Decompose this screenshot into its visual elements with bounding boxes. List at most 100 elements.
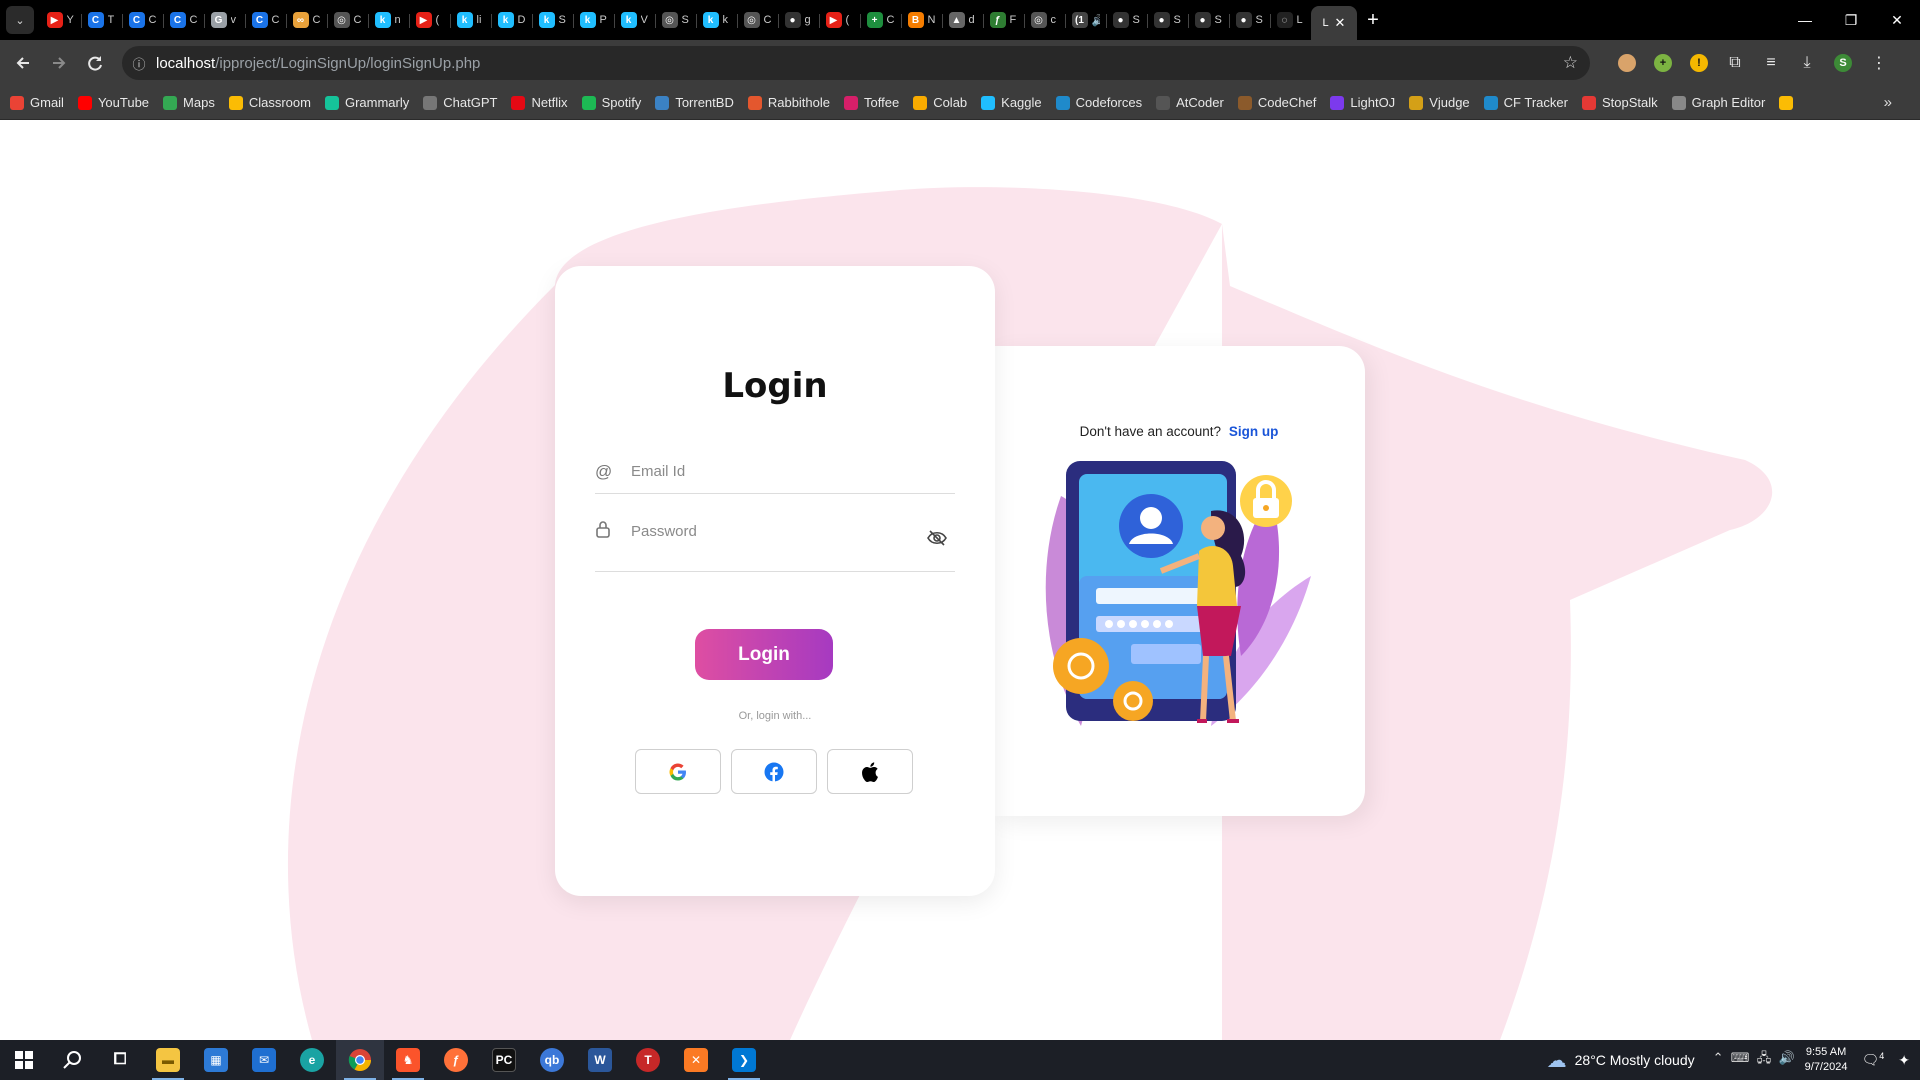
- browser-tab[interactable]: kk: [696, 4, 737, 36]
- browser-tab[interactable]: CT: [81, 4, 122, 36]
- taskbar-search-button[interactable]: [48, 1040, 96, 1080]
- browser-tab[interactable]: ƒF: [983, 4, 1024, 36]
- browser-tab[interactable]: BN: [901, 4, 942, 36]
- bookmark-spotify[interactable]: Spotify: [581, 95, 641, 110]
- bookmark-toffee[interactable]: Toffee: [844, 95, 899, 110]
- downloads-icon[interactable]: ⤓: [1792, 46, 1822, 80]
- bookmark-stopstalk[interactable]: StopStalk: [1581, 95, 1658, 110]
- tray-icons[interactable]: ⌃ ⌨ 🖧 🔊: [1713, 1049, 1795, 1071]
- bookmark-atcoder[interactable]: AtCoder: [1156, 95, 1224, 110]
- browser-tab[interactable]: kP: [573, 4, 614, 36]
- address-bar[interactable]: ⓘ localhost /ipproject/LoginSignUp/login…: [122, 46, 1590, 80]
- browser-tab[interactable]: kD: [491, 4, 532, 36]
- browser-tab[interactable]: ● S: [1147, 4, 1188, 36]
- taskbar-qbittorrent[interactable]: qb: [528, 1040, 576, 1080]
- new-tab-button[interactable]: +: [1357, 9, 1389, 32]
- browser-tab[interactable]: ▶(: [409, 4, 450, 36]
- taskbar-pycharm[interactable]: PC: [480, 1040, 528, 1080]
- browser-tab[interactable]: Gv: [204, 4, 245, 36]
- bookmark-youtube[interactable]: YouTube: [77, 95, 149, 110]
- tab-search-menu-button[interactable]: ⌄: [6, 6, 34, 34]
- browser-tab[interactable]: ◎ c: [1024, 4, 1065, 36]
- browser-tab[interactable]: ● g: [778, 4, 819, 36]
- browser-tab[interactable]: ● S: [1188, 4, 1229, 36]
- close-tab-icon[interactable]: ✕: [1335, 15, 1346, 31]
- apple-login-button[interactable]: [827, 749, 913, 794]
- taskbar-brave[interactable]: ♞: [384, 1040, 432, 1080]
- forward-button[interactable]: [42, 46, 76, 80]
- taskbar-mail[interactable]: ✉: [240, 1040, 288, 1080]
- active-tab[interactable]: L ✕: [1311, 6, 1357, 40]
- browser-tab[interactable]: ◎ S: [655, 4, 696, 36]
- browser-tab[interactable]: CC: [245, 4, 286, 36]
- bookmark-grammarly[interactable]: Grammarly: [324, 95, 409, 110]
- bookmark-star-icon[interactable]: ☆: [1563, 53, 1578, 73]
- bookmark-kaggle[interactable]: Kaggle: [981, 95, 1042, 110]
- minimize-button[interactable]: —: [1782, 0, 1828, 40]
- restore-button[interactable]: ❐: [1828, 0, 1874, 40]
- browser-tab[interactable]: kn: [368, 4, 409, 36]
- bookmark-lightoj[interactable]: LightOJ: [1330, 95, 1395, 110]
- extension-plus-icon[interactable]: +: [1648, 46, 1678, 80]
- browser-tab[interactable]: (1 🔊: [1065, 4, 1106, 36]
- login-button[interactable]: Login: [695, 629, 833, 680]
- bookmark-gmail[interactable]: Gmail: [10, 95, 64, 110]
- bookmark-torrentbd[interactable]: TorrentBD: [655, 95, 734, 110]
- taskbar-word[interactable]: W: [576, 1040, 624, 1080]
- clock[interactable]: 9:55 AM 9/7/2024: [1805, 1045, 1848, 1075]
- bookmark-colab[interactable]: Colab: [913, 95, 967, 110]
- bookmark-chatgpt[interactable]: ChatGPT: [423, 95, 497, 110]
- extension-cookie-icon[interactable]: [1612, 46, 1642, 80]
- close-window-button[interactable]: ✕: [1874, 0, 1920, 40]
- bookmark-codechef[interactable]: CodeChef: [1237, 95, 1316, 110]
- facebook-login-button[interactable]: [731, 749, 817, 794]
- taskbar-firefox[interactable]: ƒ: [432, 1040, 480, 1080]
- browser-tab[interactable]: ◎ C: [327, 4, 368, 36]
- browser-tab[interactable]: k li: [450, 4, 491, 36]
- media-controls-icon[interactable]: ≡: [1756, 46, 1786, 80]
- password-field[interactable]: Password: [595, 510, 955, 572]
- browser-menu-icon[interactable]: ⋮: [1864, 46, 1894, 80]
- bookmark-rabbithole[interactable]: Rabbithole: [747, 95, 830, 110]
- profile-avatar[interactable]: S: [1828, 46, 1858, 80]
- taskbar-file-explorer[interactable]: ▬: [144, 1040, 192, 1080]
- browser-tab[interactable]: ◎ C: [737, 4, 778, 36]
- browser-tab[interactable]: CC: [163, 4, 204, 36]
- taskbar-vscode[interactable]: ❯: [720, 1040, 768, 1080]
- hide-password-eye-icon[interactable]: [927, 530, 947, 551]
- bookmark-codeforces[interactable]: Codeforces: [1055, 95, 1142, 110]
- site-info-icon[interactable]: ⓘ: [122, 54, 156, 73]
- browser-tab[interactable]: kS: [532, 4, 573, 36]
- taskbar-chrome[interactable]: [336, 1040, 384, 1080]
- notification-center-icon[interactable]: 🗨4: [1861, 1051, 1884, 1069]
- bookmark-netflix[interactable]: Netflix: [511, 95, 568, 110]
- back-button[interactable]: [6, 46, 40, 80]
- browser-tab[interactable]: ● S: [1229, 4, 1270, 36]
- weather-widget[interactable]: ☁ 28°C Mostly cloudy: [1547, 1048, 1695, 1073]
- signup-link[interactable]: Sign up: [1229, 424, 1279, 439]
- browser-tab[interactable]: ◌ L: [1270, 4, 1311, 36]
- google-login-button[interactable]: [635, 749, 721, 794]
- extension-info-icon[interactable]: !: [1684, 46, 1714, 80]
- bookmark-classroom[interactable]: Classroom: [228, 95, 311, 110]
- browser-tab[interactable]: ● S: [1106, 4, 1147, 36]
- reload-button[interactable]: [78, 46, 112, 80]
- browser-tab[interactable]: ∞ C: [286, 4, 327, 36]
- task-view-button[interactable]: ⧠: [96, 1040, 144, 1080]
- email-field[interactable]: @ Email Id: [595, 450, 955, 494]
- browser-tab[interactable]: ▶(: [819, 4, 860, 36]
- taskbar-xampp[interactable]: ✕: [672, 1040, 720, 1080]
- bookmark-drive[interactable]: [1779, 95, 1799, 110]
- bookmark-graph-editor[interactable]: Graph Editor: [1671, 95, 1765, 110]
- taskbar-typora[interactable]: T: [624, 1040, 672, 1080]
- bookmark-maps[interactable]: Maps: [163, 95, 215, 110]
- bookmark-cf-tracker[interactable]: CF Tracker: [1483, 95, 1568, 110]
- taskbar-store[interactable]: ▦: [192, 1040, 240, 1080]
- taskbar-edge[interactable]: e: [288, 1040, 336, 1080]
- bookmark-vjudge[interactable]: Vjudge: [1409, 95, 1470, 110]
- browser-tab[interactable]: ▶ Y: [40, 4, 81, 36]
- extensions-puzzle-icon[interactable]: ⧉: [1720, 46, 1750, 80]
- browser-tab[interactable]: ▲ d: [942, 4, 983, 36]
- start-button[interactable]: [0, 1040, 48, 1080]
- copilot-icon[interactable]: ✦: [1898, 1052, 1910, 1069]
